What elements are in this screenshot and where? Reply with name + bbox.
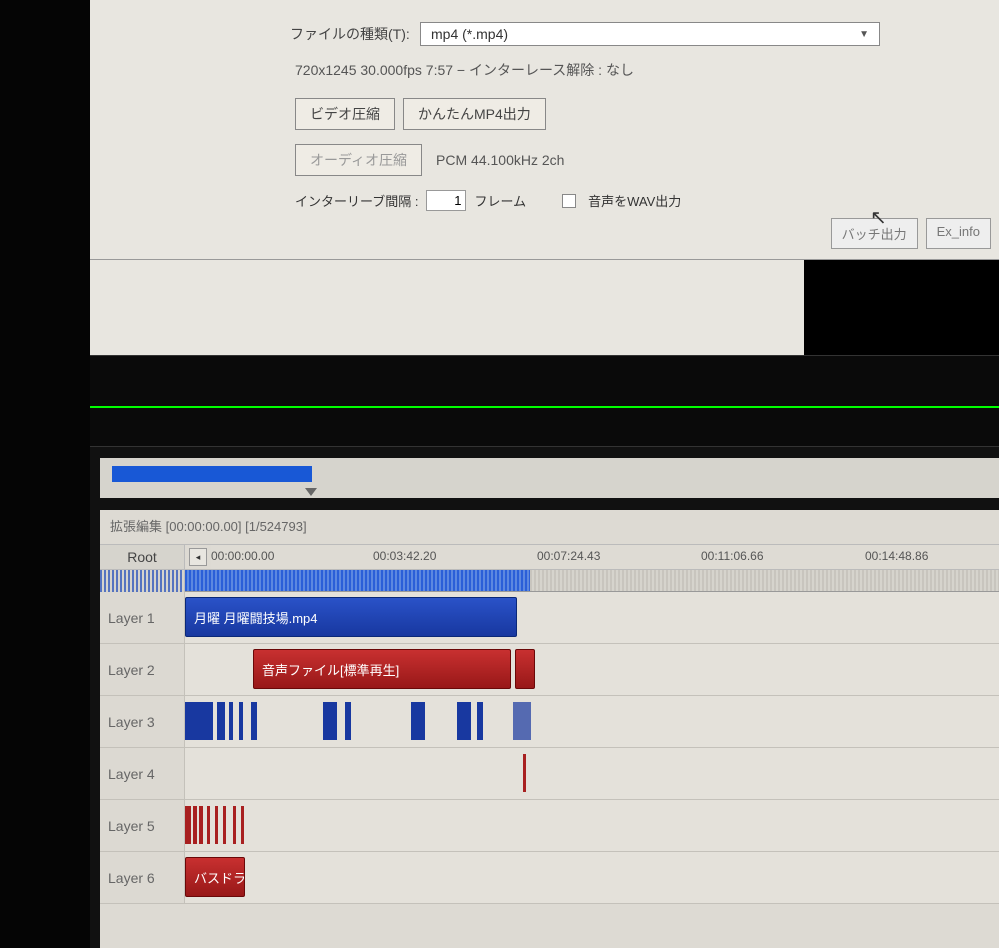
ruler-inactive-region	[530, 570, 999, 592]
time-ruler[interactable]: 00:00:00.00 00:03:42.20 00:07:24.43 00:1…	[211, 545, 999, 569]
clip-label: 月曜 月曜闘技場.mp4	[194, 608, 318, 627]
marker-clip[interactable]	[223, 806, 226, 844]
marker-clip[interactable]	[229, 702, 233, 740]
file-type-value: mp4 (*.mp4)	[431, 26, 508, 42]
preview-black-panel	[804, 260, 999, 355]
track-1[interactable]: 月曜 月曜闘技場.mp4	[185, 592, 999, 643]
interleave-label: インターリーブ間隔 :	[295, 191, 418, 210]
track-3[interactable]	[185, 696, 999, 747]
marker-clip[interactable]	[345, 702, 351, 740]
marker-clip[interactable]	[233, 806, 236, 844]
clip-label: バスドラ	[194, 868, 245, 887]
layer-label-4[interactable]: Layer 4	[100, 748, 185, 799]
root-cell[interactable]: Root	[100, 545, 185, 569]
clip-label: 音声ファイル[標準再生]	[262, 660, 399, 679]
marker-clip[interactable]	[523, 754, 526, 792]
video-compress-button[interactable]: ビデオ圧縮	[295, 98, 395, 130]
ruler-tick: 00:00:00.00	[211, 549, 274, 563]
track-4[interactable]	[185, 748, 999, 799]
ruler-tick: 00:07:24.43	[537, 549, 600, 563]
interleave-input[interactable]	[426, 190, 466, 211]
layer-label-3[interactable]: Layer 3	[100, 696, 185, 747]
mouse-cursor-icon: ↖	[870, 205, 887, 230]
overview-thumb[interactable]	[112, 466, 312, 482]
wav-output-label: 音声をWAV出力	[588, 191, 681, 210]
marker-clip[interactable]	[199, 806, 203, 844]
export-dialog: ファイルの種類(T): mp4 (*.mp4) ▼ 720x1245 30.00…	[90, 0, 999, 260]
left-black-margin	[0, 0, 90, 948]
marker-clip[interactable]	[513, 702, 531, 740]
timeline-overview[interactable]	[100, 458, 999, 498]
audio-clip[interactable]: 音声ファイル[標準再生]	[253, 649, 511, 689]
marker-clip[interactable]	[215, 806, 218, 844]
ruler-tick: 00:11:06.66	[701, 549, 764, 563]
ruler-tick: 00:14:48.86	[865, 549, 928, 563]
ex-info-button[interactable]: Ex_info	[926, 218, 991, 249]
file-type-label: ファイルの種類(T):	[290, 24, 420, 44]
preview-area	[90, 260, 999, 355]
marker-clip[interactable]	[207, 806, 210, 844]
marker-clip[interactable]	[323, 702, 337, 740]
scroll-left-button[interactable]: ◂	[189, 548, 207, 566]
marker-clip[interactable]	[193, 806, 197, 844]
layer-label-2[interactable]: Layer 2	[100, 644, 185, 695]
marker-clip[interactable]	[185, 702, 213, 740]
track-5[interactable]	[185, 800, 999, 851]
audio-waveform-panel	[90, 355, 999, 447]
marker-clip[interactable]	[239, 702, 243, 740]
overview-handle-icon[interactable]	[305, 488, 317, 498]
ruler-tick: 00:03:42.20	[373, 549, 436, 563]
audio-codec-text: PCM 44.100kHz 2ch	[436, 152, 564, 168]
chevron-down-icon: ▼	[859, 29, 869, 40]
marker-clip[interactable]	[241, 806, 244, 844]
marker-clip[interactable]	[411, 702, 425, 740]
layer-label-6[interactable]: Layer 6	[100, 852, 185, 903]
track-6[interactable]: バスドラ	[185, 852, 999, 903]
video-info-line: 720x1245 30.000fps 7:57 − インターレース解除 : なし	[90, 60, 999, 80]
audio-compress-button[interactable]: オーディオ圧縮	[295, 144, 422, 176]
wav-output-checkbox[interactable]	[562, 194, 576, 208]
audio-clip-small[interactable]	[515, 649, 535, 689]
timeline-panel: 拡張編集 [00:00:00.00] [1/524793] Root ◂ 00:…	[100, 510, 999, 948]
root-stripe-icon	[100, 570, 185, 592]
waveform-line	[90, 406, 999, 408]
track-2[interactable]: 音声ファイル[標準再生]	[185, 644, 999, 695]
timeline-header: 拡張編集 [00:00:00.00] [1/524793]	[100, 510, 999, 541]
interleave-unit: フレーム	[474, 191, 526, 210]
layer-label-5[interactable]: Layer 5	[100, 800, 185, 851]
layer-label-1[interactable]: Layer 1	[100, 592, 185, 643]
video-clip[interactable]: 月曜 月曜闘技場.mp4	[185, 597, 517, 637]
marker-clip[interactable]	[217, 702, 225, 740]
easy-mp4-button[interactable]: かんたんMP4出力	[403, 98, 546, 130]
marker-clip[interactable]	[457, 702, 471, 740]
marker-clip[interactable]	[185, 806, 191, 844]
file-type-select[interactable]: mp4 (*.mp4) ▼	[420, 22, 880, 46]
marker-clip[interactable]	[251, 702, 257, 740]
drum-clip[interactable]: バスドラ	[185, 857, 245, 897]
marker-clip[interactable]	[477, 702, 483, 740]
